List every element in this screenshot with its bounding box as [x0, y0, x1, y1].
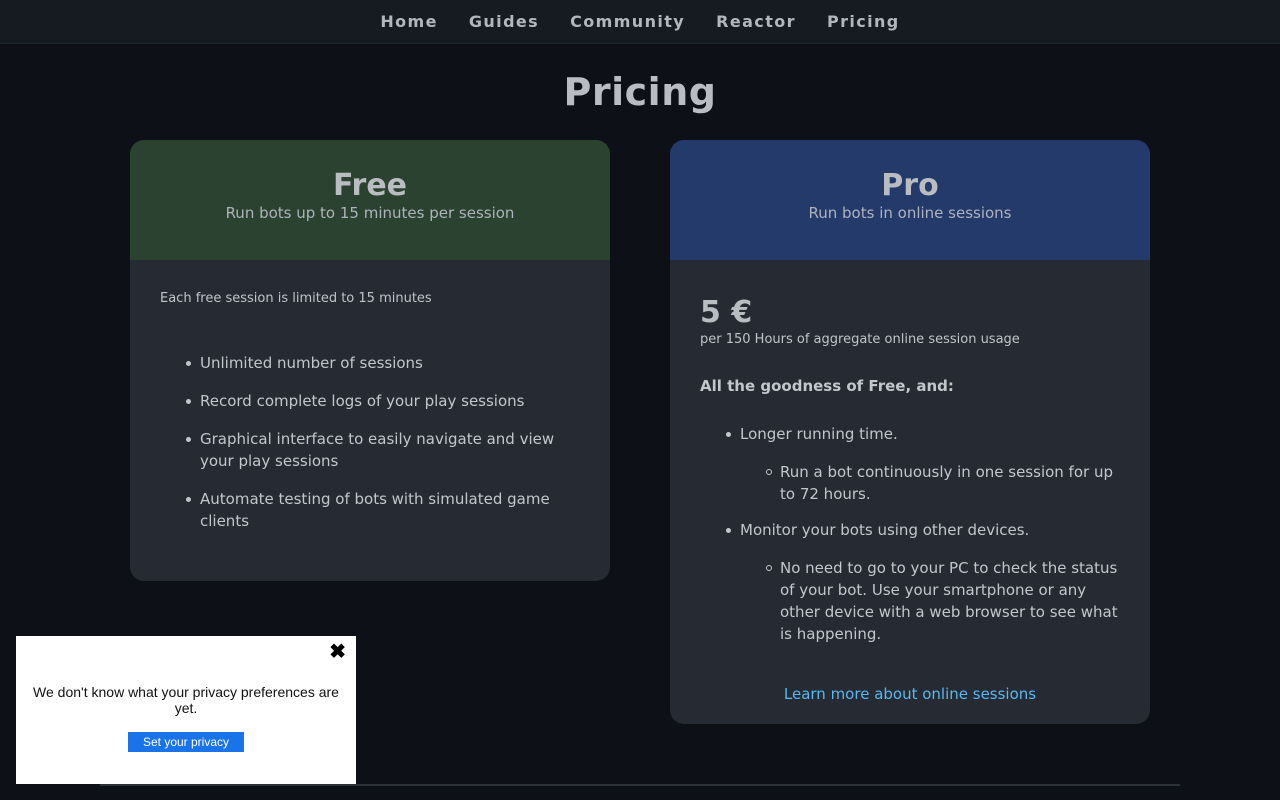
- learn-more-link[interactable]: Learn more about online sessions: [700, 685, 1120, 703]
- nav-guides[interactable]: Guides: [469, 12, 539, 31]
- pro-feature-sublist: No need to go to your PC to check the st…: [740, 557, 1120, 645]
- free-plan-note: Each free session is limited to 15 minut…: [160, 291, 432, 306]
- pro-feature-label: Monitor your bots using other devices.: [740, 521, 1030, 539]
- nav-community[interactable]: Community: [570, 12, 685, 31]
- top-navigation: Home Guides Community Reactor Pricing: [0, 0, 1280, 44]
- footer-divider: [100, 784, 1180, 786]
- pro-price: 5 €: [700, 295, 753, 330]
- set-privacy-button[interactable]: Set your privacy: [128, 732, 244, 752]
- nav-pricing[interactable]: Pricing: [827, 12, 900, 31]
- list-item: Graphical interface to easily navigate a…: [186, 428, 580, 472]
- list-item: Record complete logs of your play sessio…: [186, 390, 580, 412]
- pro-plan-card: Pro Run bots in online sessions 5 € per …: [670, 140, 1150, 724]
- pro-feature-sublist: Run a bot continuously in one session fo…: [740, 461, 1120, 505]
- list-item: Unlimited number of sessions: [186, 352, 580, 374]
- list-item: Longer running time. Run a bot continuou…: [726, 423, 1120, 505]
- nav-home[interactable]: Home: [380, 12, 438, 31]
- pro-feature-label: Longer running time.: [740, 425, 898, 443]
- pro-price-note: per 150 Hours of aggregate online sessio…: [700, 332, 1020, 347]
- pro-intro: All the goodness of Free, and:: [700, 377, 954, 395]
- free-feature-list: Unlimited number of sessions Record comp…: [160, 352, 580, 532]
- page-title: Pricing: [563, 70, 717, 114]
- free-plan-card: Free Run bots up to 15 minutes per sessi…: [130, 140, 610, 581]
- list-item: Run a bot continuously in one session fo…: [766, 461, 1120, 505]
- list-item: No need to go to your PC to check the st…: [766, 557, 1120, 645]
- pro-plan-subtitle: Run bots in online sessions: [808, 204, 1012, 222]
- pro-plan-header: Pro Run bots in online sessions: [670, 140, 1150, 260]
- privacy-banner: ✖ We don't know what your privacy prefer…: [16, 636, 356, 784]
- free-plan-header: Free Run bots up to 15 minutes per sessi…: [130, 140, 610, 260]
- pro-plan-name: Pro: [881, 168, 939, 203]
- nav-reactor[interactable]: Reactor: [716, 12, 796, 31]
- pro-feature-list: Longer running time. Run a bot continuou…: [700, 423, 1120, 645]
- free-plan-body: Each free session is limited to 15 minut…: [130, 260, 610, 578]
- privacy-message: We don't know what your privacy preferen…: [33, 684, 339, 716]
- list-item: Monitor your bots using other devices. N…: [726, 519, 1120, 645]
- list-item: Automate testing of bots with simulated …: [186, 488, 580, 532]
- free-plan-subtitle: Run bots up to 15 minutes per session: [225, 204, 515, 222]
- close-icon[interactable]: ✖: [329, 642, 346, 662]
- free-plan-name: Free: [332, 168, 408, 203]
- pro-plan-body: 5 € per 150 Hours of aggregate online se…: [670, 260, 1150, 724]
